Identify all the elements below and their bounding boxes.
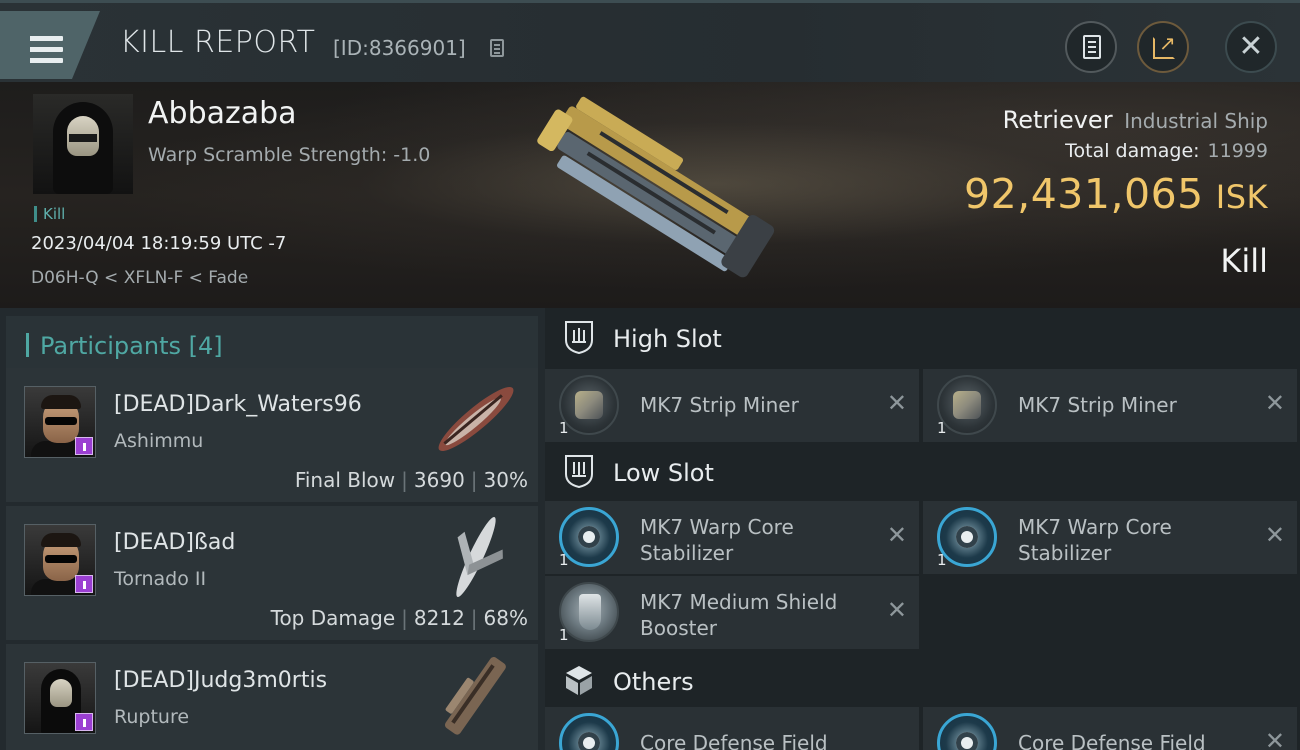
corp-badge-icon — [75, 575, 93, 593]
participant-role: Top Damage — [270, 606, 396, 630]
participant-name: [DEAD]ßad — [114, 530, 236, 555]
module-quantity: 1 — [937, 551, 947, 569]
module-slot[interactable]: Core Defense Field ✕ — [923, 707, 1297, 750]
victim-name[interactable]: Abbazaba — [148, 96, 297, 131]
module-quantity: 1 — [559, 551, 569, 569]
victim-ship-image — [537, 96, 775, 278]
remove-module-icon[interactable]: ✕ — [887, 596, 907, 624]
module-name: MK7 Strip Miner — [640, 393, 799, 417]
total-damage: Total damage: 11999 — [1065, 140, 1268, 162]
warp-scramble-strength: Warp Scramble Strength: -1.0 — [148, 144, 431, 166]
remove-module-icon[interactable]: ✕ — [1265, 521, 1285, 549]
kill-tag: Kill — [34, 206, 65, 222]
low-slot-label: Low Slot — [613, 459, 714, 487]
document-button[interactable] — [1065, 21, 1117, 73]
corp-badge-icon — [75, 713, 93, 731]
fitting-panel: High Slot 1 MK7 Strip Miner ✕ 1 MK7 Stri… — [545, 308, 1300, 750]
total-damage-label: Total damage: — [1065, 140, 1200, 162]
participants-label: Participants — [40, 332, 181, 360]
participant-name: [DEAD]Judg3m0rtis — [114, 668, 328, 693]
participant-ship-image — [444, 657, 506, 735]
module-quantity: 1 — [559, 419, 569, 437]
victim-ship[interactable]: Retriever Industrial Ship — [1003, 106, 1268, 134]
menu-button[interactable] — [0, 11, 100, 79]
isk-value: 92,431,065 ISK — [964, 170, 1268, 218]
share-icon — [1153, 31, 1176, 59]
remove-module-icon[interactable]: ✕ — [887, 521, 907, 549]
remove-module-icon[interactable]: ✕ — [1265, 389, 1285, 417]
document-icon — [1083, 35, 1101, 59]
copy-icon[interactable] — [490, 39, 504, 57]
close-icon: ✕ — [1238, 29, 1264, 64]
participant-percent: 30% — [483, 468, 528, 492]
close-button[interactable]: ✕ — [1225, 21, 1277, 73]
participants-panel: Participants [4] [DEAD]Dark_Waters96 Ash… — [0, 308, 545, 750]
participants-title: Participants [4] — [40, 332, 223, 360]
low-slot-icon — [565, 455, 593, 488]
participant-row[interactable]: [DEAD]Judg3m0rtis Rupture — [6, 644, 538, 750]
participant-name: [DEAD]Dark_Waters96 — [114, 392, 362, 417]
module-name: Core Defense Field — [1018, 731, 1206, 750]
victim-banner: Abbazaba Warp Scramble Strength: -1.0 Ki… — [0, 82, 1300, 308]
share-button[interactable] — [1137, 21, 1189, 73]
participant-row[interactable]: [DEAD]Dark_Waters96 Ashimmu Final Blow | 3… — [6, 368, 538, 502]
participant-damage: 3690 — [413, 468, 465, 492]
participant-stats: Top Damage | 8212 | 68% — [270, 606, 528, 630]
participant-avatar[interactable] — [24, 386, 96, 458]
victim-avatar[interactable] — [33, 94, 133, 194]
participant-avatar[interactable] — [24, 662, 96, 734]
module-name: MK7 Medium Shield Booster — [640, 590, 838, 640]
participant-role: Final Blow — [294, 468, 396, 492]
module-name: MK7 Warp Core Stabilizer — [1018, 515, 1172, 565]
others-header: Others — [545, 651, 1300, 711]
isk-unit: ISK — [1215, 178, 1268, 216]
remove-module-icon[interactable]: ✕ — [1265, 727, 1285, 750]
cube-icon — [566, 666, 592, 695]
remove-module-icon[interactable]: ✕ — [887, 389, 907, 417]
others-label: Others — [613, 668, 694, 696]
participants-header: Participants [4] — [6, 316, 538, 372]
kill-result: Kill — [1220, 242, 1268, 280]
module-name: Core Defense Field — [640, 731, 828, 750]
page-title: KILL REPORT — [120, 25, 316, 60]
module-slot[interactable]: 1 MK7 Warp Core Stabilizer ✕ — [545, 501, 919, 574]
module-slot[interactable]: Core Defense Field — [545, 707, 919, 750]
participant-ship: Rupture — [114, 706, 190, 728]
menu-icon — [25, 36, 63, 64]
core-defense-field-icon — [937, 713, 997, 750]
module-name: MK7 Strip Miner — [1018, 393, 1177, 417]
kill-timestamp: 2023/04/04 18:19:59 UTC -7 — [31, 233, 287, 254]
module-quantity: 1 — [559, 626, 569, 644]
participant-percent: 68% — [483, 606, 528, 630]
kill-location[interactable]: D06H-Q < XFLN-F < Fade — [31, 268, 248, 288]
participant-ship: Ashimmu — [114, 430, 204, 452]
isk-amount: 92,431,065 — [964, 170, 1204, 218]
low-slot-header: Low Slot — [545, 442, 1300, 502]
ship-name: Retriever — [1002, 106, 1113, 134]
header-bar: KILL REPORT [ID:8366901] ✕ — [0, 0, 1300, 82]
module-slot[interactable]: 1 MK7 Warp Core Stabilizer ✕ — [923, 501, 1297, 574]
corp-badge-icon — [75, 437, 93, 455]
participant-ship: Tornado II — [114, 568, 207, 590]
participant-damage: 8212 — [413, 606, 465, 630]
participant-row[interactable]: [DEAD]ßad Tornado II Top Damage | 8212 | 68% — [6, 506, 538, 640]
total-damage-value: 11999 — [1207, 140, 1268, 162]
participants-count: [4] — [188, 332, 223, 360]
module-slot[interactable]: 1 MK7 Medium Shield Booster ✕ — [545, 576, 919, 649]
report-id: [ID:8366901] — [333, 36, 466, 60]
high-slot-label: High Slot — [613, 325, 722, 353]
participant-stats: Final Blow | 3690 | 30% — [294, 468, 528, 492]
core-defense-field-icon — [559, 713, 619, 750]
participant-ship-image — [438, 387, 514, 451]
high-slot-icon — [565, 321, 593, 354]
module-quantity: 1 — [937, 419, 947, 437]
participant-avatar[interactable] — [24, 524, 96, 596]
ship-class: Industrial Ship — [1124, 109, 1268, 133]
module-slot[interactable]: 1 MK7 Strip Miner ✕ — [545, 369, 919, 442]
high-slot-header: High Slot — [545, 308, 1300, 368]
participant-ship-image — [456, 517, 503, 597]
module-slot[interactable]: 1 MK7 Strip Miner ✕ — [923, 369, 1297, 442]
module-name: MK7 Warp Core Stabilizer — [640, 515, 794, 565]
